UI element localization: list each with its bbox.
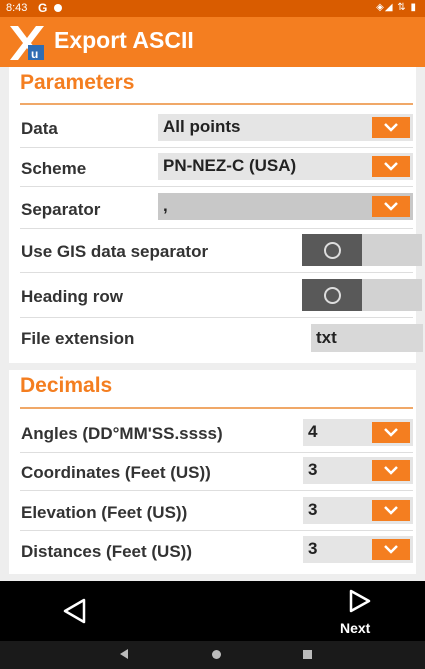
system-back-icon[interactable] [120, 649, 128, 659]
separator-select-value: , [163, 196, 168, 215]
row-divider [20, 228, 413, 229]
decimals-heading: Decimals [20, 374, 113, 397]
coordinates-select[interactable]: 3 [303, 457, 413, 484]
row-divider [20, 317, 413, 318]
section-divider [20, 103, 413, 105]
next-arrow-icon [349, 589, 371, 613]
toggle-off-icon [324, 287, 341, 304]
separator-label: Separator [21, 200, 101, 219]
chevron-down-icon[interactable] [372, 539, 410, 560]
row-divider [20, 452, 413, 453]
decimals-panel: Decimals Angles (DD°MM'SS.ssss) 4 Coordi… [9, 370, 416, 574]
row-divider [20, 272, 413, 273]
use-gis-label: Use GIS data separator [21, 242, 209, 261]
angles-select-value: 4 [308, 422, 318, 441]
data-select-value: All points [163, 117, 241, 136]
toggle-knob [302, 234, 362, 266]
data-label: Data [21, 119, 58, 138]
file-extension-label: File extension [21, 329, 135, 348]
coordinates-select-value: 3 [308, 460, 318, 479]
next-button[interactable]: Next [330, 586, 390, 638]
coordinates-label: Coordinates (Feet (US)) [21, 463, 211, 482]
elevation-label: Elevation (Feet (US)) [21, 503, 188, 522]
elevation-select-value: 3 [308, 500, 318, 519]
distances-select-value: 3 [308, 539, 318, 558]
chevron-down-icon[interactable] [372, 500, 410, 521]
chevron-down-icon[interactable] [372, 460, 410, 481]
page-title: Export ASCII [54, 27, 194, 53]
status-icons: ◈◢ ⇅ ▮ [376, 2, 417, 13]
row-divider [20, 530, 413, 531]
toggle-knob [302, 279, 362, 311]
use-gis-toggle[interactable] [302, 234, 422, 266]
file-extension-field[interactable]: txt [311, 324, 423, 352]
next-button-label: Next [340, 620, 371, 636]
app-title-bar: u Export ASCII [0, 17, 425, 67]
app-logo-icon: u [10, 26, 44, 60]
data-select[interactable]: All points [158, 114, 413, 141]
angles-label: Angles (DD°MM'SS.ssss) [21, 424, 223, 443]
distances-label: Distances (Feet (US)) [21, 542, 192, 561]
heading-row-label: Heading row [21, 287, 124, 306]
system-home-icon[interactable] [212, 650, 221, 659]
google-icon: G [38, 1, 48, 15]
chevron-down-icon[interactable] [372, 156, 410, 177]
distances-select[interactable]: 3 [303, 536, 413, 563]
scheme-label: Scheme [21, 159, 87, 178]
chevron-down-icon[interactable] [372, 196, 410, 217]
toggle-off-icon [324, 242, 341, 259]
parameters-heading: Parameters [20, 71, 135, 94]
notification-dot-icon [54, 4, 62, 12]
row-divider [20, 147, 413, 148]
row-divider [20, 186, 413, 187]
status-bar: 8:43 G ◈◢ ⇅ ▮ [0, 0, 425, 17]
status-time: 8:43 [6, 2, 28, 14]
bottom-action-bar: Next [0, 581, 425, 641]
system-nav-bar [0, 641, 425, 669]
file-extension-value: txt [316, 328, 337, 347]
elevation-select[interactable]: 3 [303, 497, 413, 524]
heading-row-toggle[interactable] [302, 279, 422, 311]
chevron-down-icon[interactable] [372, 422, 410, 443]
system-recents-icon[interactable] [303, 650, 312, 659]
back-button[interactable] [60, 596, 96, 632]
svg-text:u: u [31, 47, 38, 60]
separator-select[interactable]: , [158, 193, 413, 220]
chevron-down-icon[interactable] [372, 117, 410, 138]
parameters-panel: Parameters Data All points Scheme PN-NEZ… [9, 67, 423, 363]
angles-select[interactable]: 4 [303, 419, 413, 446]
row-divider [20, 490, 413, 491]
scheme-select[interactable]: PN-NEZ-C (USA) [158, 153, 413, 180]
back-arrow-icon [63, 598, 86, 624]
scheme-select-value: PN-NEZ-C (USA) [163, 156, 297, 175]
section-divider [20, 407, 413, 409]
